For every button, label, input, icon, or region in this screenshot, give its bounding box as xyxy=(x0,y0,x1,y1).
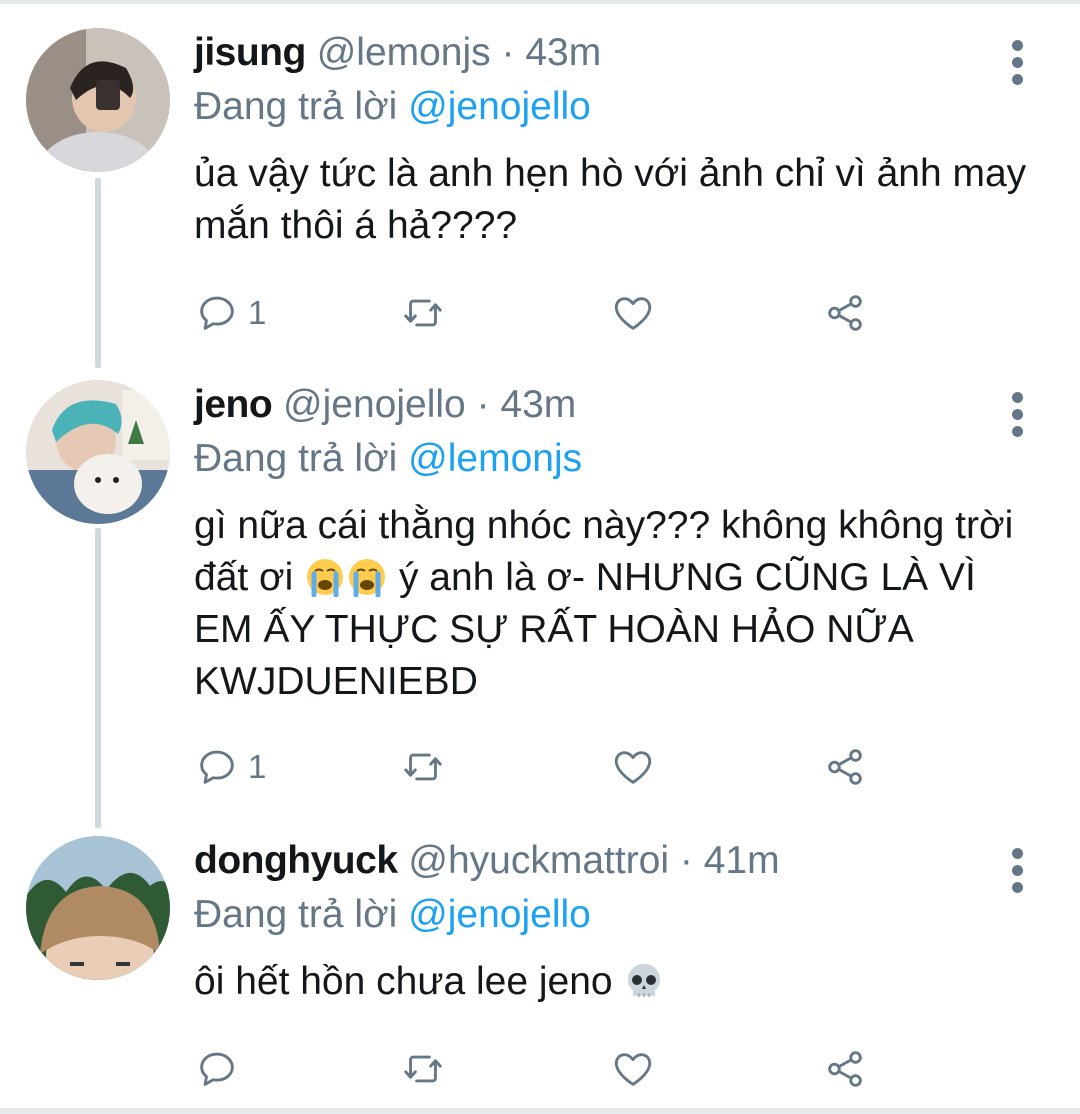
retweet-icon xyxy=(404,299,442,327)
thread-line-1 xyxy=(95,178,101,368)
reply-button[interactable]: 1 xyxy=(194,288,266,338)
share-button[interactable] xyxy=(822,742,868,792)
bottom-divider xyxy=(0,1108,1080,1114)
reply-mention[interactable]: @jenojello xyxy=(408,893,591,936)
reply-mention[interactable]: @lemonjs xyxy=(408,437,582,480)
retweet-button[interactable] xyxy=(400,288,446,338)
like-button[interactable] xyxy=(610,742,656,792)
share-button[interactable] xyxy=(822,288,868,338)
retweet-button[interactable] xyxy=(400,1044,446,1094)
replying-prefix: Đang trả lời xyxy=(194,437,398,480)
tweet-actions: 1 xyxy=(194,742,894,792)
tweet-text-part: ôi hết hồn chưa lee jeno xyxy=(194,960,624,1003)
like-button[interactable] xyxy=(610,288,656,338)
reply-count: 1 xyxy=(248,294,267,331)
replying-prefix: Đang trả lời xyxy=(194,85,398,128)
user-handle[interactable]: @lemonjs xyxy=(317,31,491,74)
retweet-icon xyxy=(404,1055,442,1083)
tweet-text-part: ủa vậy tức là anh hẹn hò với ảnh chỉ vì … xyxy=(194,152,1027,247)
tweet-header: donghyuck @hyuckmattroi · 41m xyxy=(194,838,1040,884)
timestamp[interactable]: · 43m xyxy=(477,383,577,426)
share-button[interactable] xyxy=(822,1044,868,1094)
replying-to-line: Đang trả lời @jenojello xyxy=(194,84,1040,130)
tweet-actions: 1 xyxy=(194,288,894,338)
like-button[interactable] xyxy=(610,1044,656,1094)
display-name[interactable]: donghyuck xyxy=(194,839,398,882)
skull-icon xyxy=(628,964,661,997)
loudly-crying-face-icon xyxy=(349,559,386,597)
share-icon xyxy=(828,749,862,785)
retweet-icon xyxy=(404,753,442,781)
heart-icon xyxy=(614,297,652,330)
timestamp[interactable]: · 43m xyxy=(502,31,602,74)
avatar-jeno[interactable] xyxy=(26,380,170,524)
tweet-text: ủa vậy tức là anh hẹn hò với ảnh chỉ vì … xyxy=(194,148,1040,252)
retweet-button[interactable] xyxy=(400,742,446,792)
tweet-actions xyxy=(194,1044,894,1094)
tweet-header: jisung @lemonjs · 43m xyxy=(194,30,1040,76)
more-options-icon[interactable] xyxy=(1010,392,1024,437)
heart-icon xyxy=(614,1053,652,1086)
loudly-crying-face-icon xyxy=(307,559,344,597)
display-name[interactable]: jeno xyxy=(194,383,273,426)
avatar-donghyuck[interactable] xyxy=(26,836,170,980)
replying-to-line: Đang trả lời @jenojello xyxy=(194,892,1040,938)
share-icon xyxy=(828,1051,862,1087)
user-handle[interactable]: @hyuckmattroi xyxy=(408,839,669,882)
user-handle[interactable]: @jenojello xyxy=(283,383,466,426)
avatar-jisung[interactable] xyxy=(26,28,170,172)
heart-icon xyxy=(614,751,652,784)
speech-bubble-icon xyxy=(200,1052,234,1086)
top-divider xyxy=(0,0,1080,4)
display-name[interactable]: jisung xyxy=(194,31,306,74)
share-icon xyxy=(828,295,862,331)
reply-button[interactable] xyxy=(194,1044,248,1094)
replying-to-line: Đang trả lời @lemonjs xyxy=(194,436,1040,482)
reply-count: 1 xyxy=(248,748,267,785)
reply-mention[interactable]: @jenojello xyxy=(408,85,591,128)
tweet-header: jeno @jenojello · 43m xyxy=(194,382,1040,428)
more-options-icon[interactable] xyxy=(1010,40,1024,85)
more-options-icon[interactable] xyxy=(1010,848,1024,893)
timestamp[interactable]: · 41m xyxy=(680,839,780,882)
tweet-text: gì nữa cái thằng nhóc này??? không không… xyxy=(194,500,1040,708)
tweet-text: ôi hết hồn chưa lee jeno xyxy=(194,956,1040,1008)
thread-line-2 xyxy=(95,528,101,828)
replying-prefix: Đang trả lời xyxy=(194,893,398,936)
reply-button[interactable]: 1 xyxy=(194,742,266,792)
speech-bubble-icon xyxy=(200,296,234,330)
speech-bubble-icon xyxy=(200,750,234,784)
